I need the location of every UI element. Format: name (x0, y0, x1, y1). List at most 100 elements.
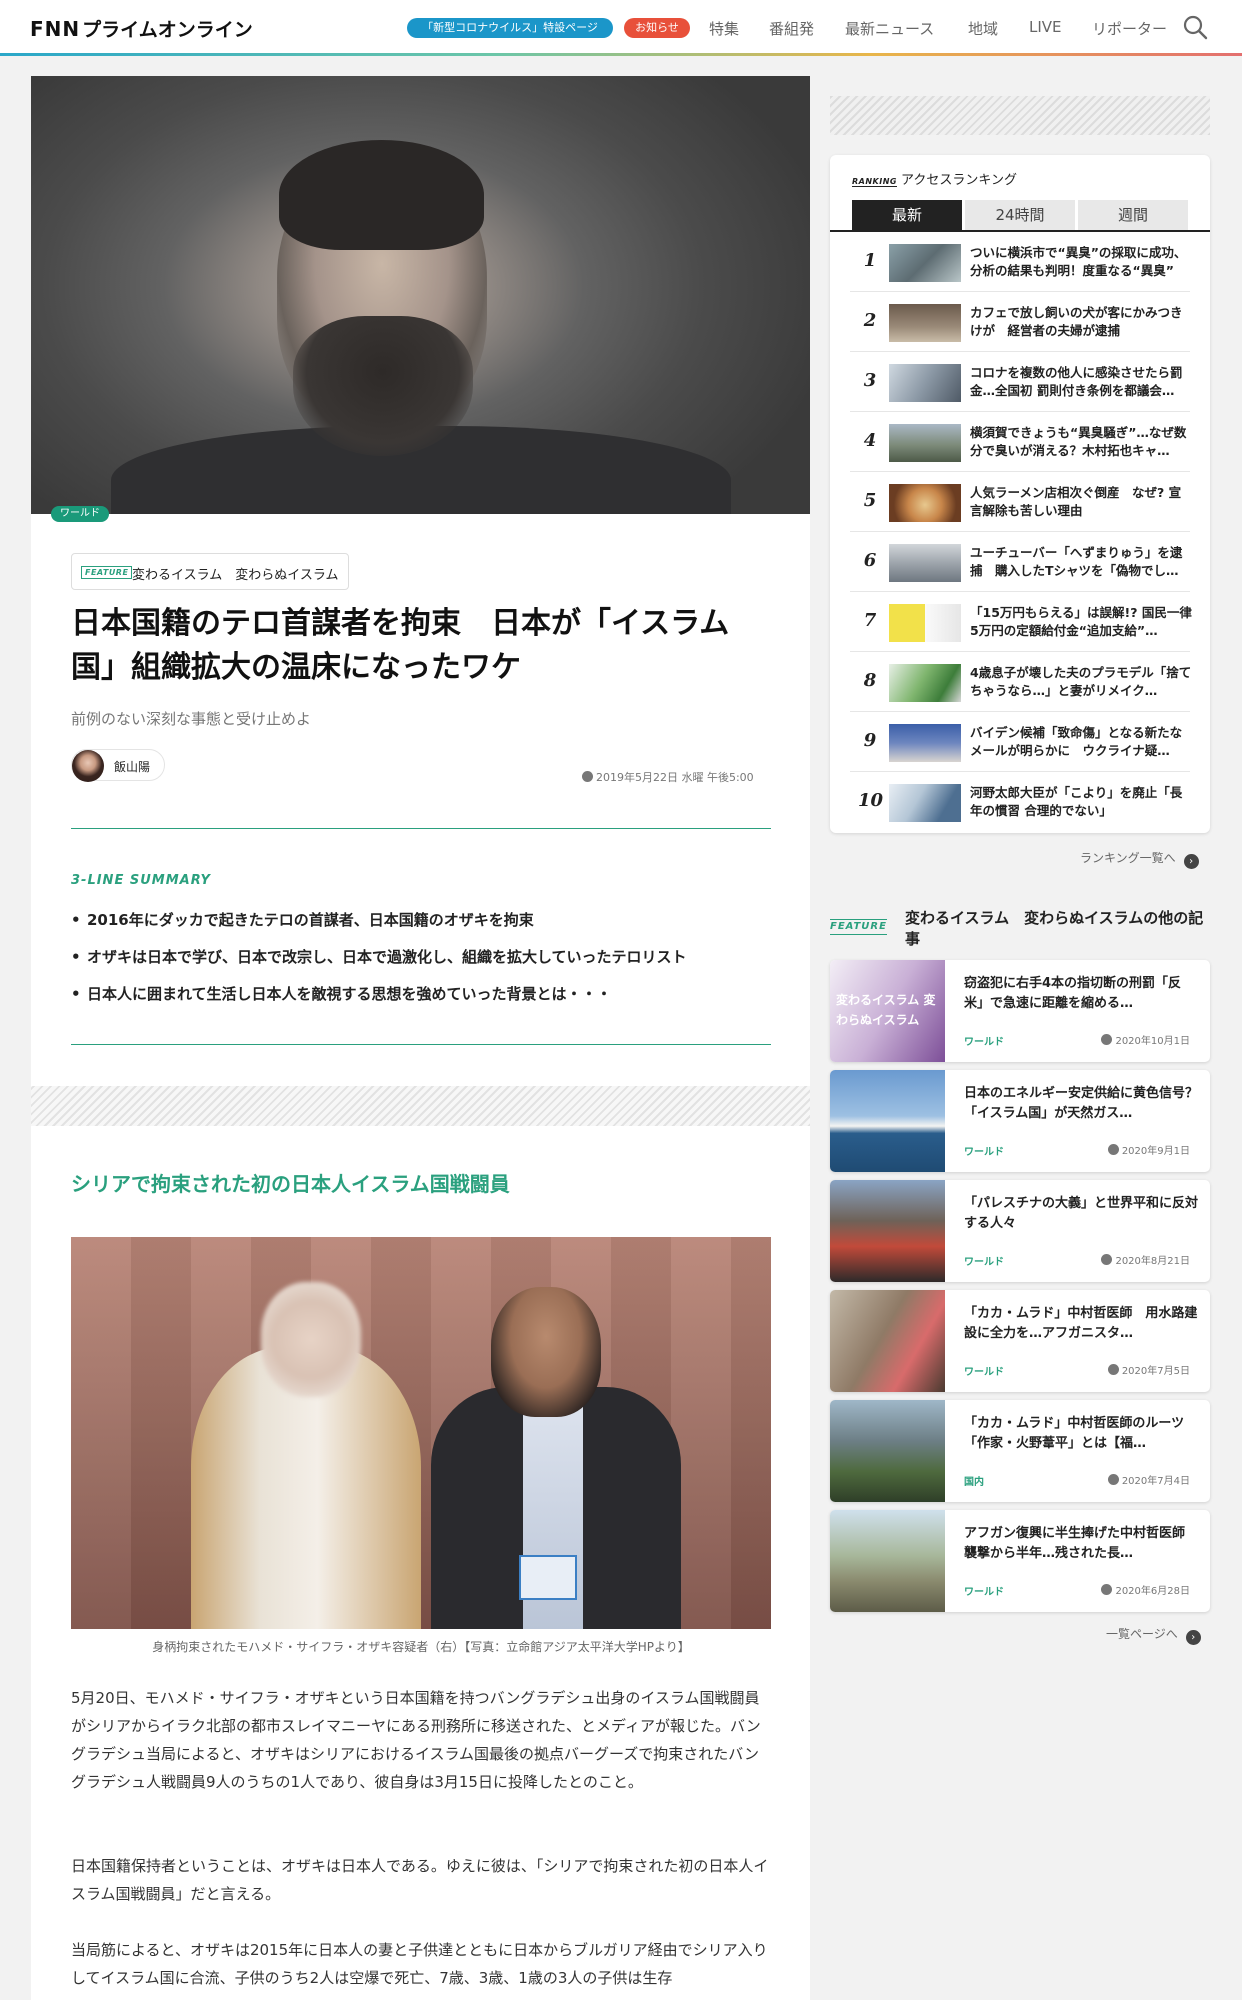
corona-special-link[interactable]: 「新型コロナウイルス」特設ページ (407, 18, 613, 38)
feature-card-title: 「カカ・ムラド」中村哲医師のルーツ「作家・火野葦平」とは【福… (964, 1416, 1185, 1451)
ranking-item[interactable]: 8 4歳息子が壊した夫のプラモデル「捨てちゃうなら…」と妻がリメイク… (850, 652, 1192, 712)
ranking-headline: 河野太郎大臣が「こより」を廃止「長年の慣習 合理的でない」 (970, 785, 1183, 818)
rank-number: 5 (863, 490, 877, 511)
feature-more-link[interactable]: 一覧ページへ › (1106, 1625, 1201, 1645)
feature-sidebar-title: 変わるイスラム 変わらぬイスラムの他の記事 (905, 909, 1204, 948)
rank-number: 1 (863, 250, 877, 271)
article-paragraph: 5月20日、モハメド・サイフラ・オザキという日本国籍を持つバングラデシュ出身のイ… (71, 1689, 761, 1791)
ranking-widget: RANKING アクセスランキング 最新 24時間 週間 1 ついに横浜市で“異臭… (830, 155, 1210, 833)
feature-card-category: ワールド (964, 1257, 1004, 1268)
ranking-thumbnail (889, 664, 961, 702)
rank-number: 3 (863, 370, 877, 391)
hero-image (31, 76, 810, 514)
clock-icon (1107, 1474, 1119, 1485)
feature-tag: FEATURE (81, 566, 133, 579)
publish-date-text: 2019年5月22日 水曜 午後5:00 (596, 771, 754, 784)
notice-link[interactable]: お知らせ (624, 18, 690, 38)
nav-reporter[interactable]: リポーター (1092, 18, 1167, 39)
ranking-more-label: ランキング一覧へ (1080, 851, 1176, 865)
nav-bangumi[interactable]: 番組発 (769, 18, 814, 39)
site-header: FNN プライムオンライン 「新型コロナウイルス」特設ページ お知らせ 特集 番組… (0, 0, 1242, 56)
category-badge[interactable]: ワールド (51, 506, 109, 522)
feature-title: 変わるイスラム 変わらぬイスラム (132, 568, 339, 583)
feature-card-title: アフガン復興に半生捧げた中村哲医師 襲撃から半年…残された長… (964, 1526, 1186, 1561)
feature-card[interactable]: 「パレスチナの大義」と世界平和に反対する人々 ワールド 2020年8月21日 (830, 1180, 1210, 1282)
sidebar-ad-placeholder (830, 96, 1210, 135)
photo-caption: 身柄拘束されたモハメド・サイフラ・オザキ容疑者（右）【写真：立命館アジア太平洋大… (152, 1640, 690, 1654)
ranking-headline: 4歳息子が壊した夫のプラモデル「捨てちゃうなら…」と妻がリメイク… (970, 665, 1192, 698)
feature-card-date-text: 2020年6月28日 (1115, 1586, 1190, 1597)
ranking-item[interactable]: 3 コロナを複数の他人に感染させたら罰金…全国初 罰則付き条例を都議会… (850, 352, 1190, 412)
ranking-item[interactable]: 1 ついに横浜市で“異臭”の採取に成功、分析の結果も判明！度重なる“異臭” (850, 232, 1190, 292)
feature-card-date-text: 2020年7月5日 (1121, 1366, 1190, 1377)
author-avatar (72, 750, 104, 782)
chevron-right-icon: › (1183, 854, 1199, 869)
rank-number: 10 (858, 790, 884, 811)
nav-latest-news[interactable]: 最新ニュース (845, 18, 934, 39)
nav-tokushu[interactable]: 特集 (709, 18, 739, 39)
header-color-bar (0, 53, 1242, 56)
ranking-headline: カフェで放し飼いの犬が客にかみつきけが 経営者の夫婦が逮捕 (970, 305, 1183, 338)
author-chip[interactable]: 飯山陽 (71, 749, 165, 782)
feature-thumbnail (830, 1510, 945, 1612)
search-icon[interactable] (1182, 14, 1208, 40)
ranking-tabs: 最新 24時間 週間 (852, 200, 1188, 230)
feature-card-category: ワールド (964, 1037, 1004, 1048)
ranking-item[interactable]: 5 人気ラーメン店相次ぐ倒産 なぜ? 宣言解除も苦しい理由 (850, 472, 1190, 532)
feature-card-category: 国内 (964, 1477, 984, 1488)
feature-card-title: 窃盗犯に右手4本の指切断の刑罰「反米」で急速に距離を縮める… (964, 976, 1182, 1011)
feature-thumbnail: 変わるイスラム 変わらぬイスラム (830, 960, 945, 1062)
feature-card-date: 2020年7月5日 (1107, 1362, 1190, 1377)
author-name: 飯山陽 (114, 760, 151, 774)
logo-fnn: FNN (30, 17, 81, 41)
feature-card[interactable]: 日本のエネルギー安定供給に黄色信号？「イスラム国」が天然ガス… ワールド 202… (830, 1070, 1210, 1172)
ranking-header: RANKING アクセスランキング (852, 169, 1017, 188)
clock-icon (1101, 1584, 1113, 1595)
nav-region[interactable]: 地域 (968, 18, 998, 39)
ranking-title: アクセスランキング (900, 173, 1017, 188)
summary-item: 日本人に囲まれて生活し日本人を敵視する思想を強めていった背景とは・・・ (71, 983, 612, 1004)
feature-card-date-text: 2020年9月1日 (1121, 1146, 1190, 1157)
feature-card[interactable]: アフガン復興に半生捧げた中村哲医師 襲撃から半年…残された長… ワールド 202… (830, 1510, 1210, 1612)
ranking-item[interactable]: 2 カフェで放し飼いの犬が客にかみつきけが 経営者の夫婦が逮捕 (850, 292, 1190, 352)
rank-number: 9 (863, 730, 877, 751)
ranking-thumbnail (889, 364, 961, 402)
ranking-thumbnail (889, 244, 961, 282)
clock-icon (582, 771, 593, 782)
nav-live[interactable]: LIVE (1029, 18, 1062, 36)
tab-24h[interactable]: 24時間 (965, 200, 1075, 230)
ranking-thumbnail (889, 724, 961, 762)
ranking-more-link[interactable]: ランキング一覧へ › (1080, 849, 1199, 869)
ranking-item[interactable]: 6 ユーチューバー「へずまりゅう」を逮捕 購入したTシャツを「偽物でし… (850, 532, 1190, 592)
summary-bottom-rule (71, 1044, 771, 1045)
feature-card[interactable]: 「カカ・ムラド」中村哲医師 用水路建設に全力を…アフガニスタ… ワールド 202… (830, 1290, 1210, 1392)
site-logo[interactable]: FNN プライムオンライン (30, 15, 253, 42)
summary-header: 3-LINE SUMMARY (71, 873, 211, 888)
clock-icon (1107, 1144, 1119, 1155)
article-paragraph: 日本国籍保持者ということは、オザキは日本人である。ゆえに彼は、「シリアで拘束され… (71, 1857, 769, 1903)
ranking-thumbnail (889, 784, 961, 822)
feature-card[interactable]: 変わるイスラム 変わらぬイスラム 窃盗犯に右手4本の指切断の刑罰「反米」で急速に… (830, 960, 1210, 1062)
feature-card-category: ワールド (964, 1587, 1004, 1598)
chevron-right-icon: › (1185, 1630, 1201, 1645)
feature-card-date: 2020年10月1日 (1101, 1032, 1190, 1047)
feature-card-date: 2020年6月28日 (1101, 1582, 1190, 1597)
feature-thumbnail-text: 変わるイスラム 変わらぬイスラム (836, 993, 936, 1027)
feature-card-title: 日本のエネルギー安定供給に黄色信号？「イスラム国」が天然ガス… (964, 1086, 1199, 1121)
feature-card-date: 2020年9月1日 (1107, 1142, 1190, 1157)
publish-date: 2019年5月22日 水曜 午後5:00 (582, 769, 754, 785)
feature-link[interactable]: FEATURE 変わるイスラム 変わらぬイスラム (71, 553, 349, 590)
ranking-item[interactable]: 7 「15万円もらえる」は誤解!? 国民一律5万円の定額給付金“追加支給”… (850, 592, 1192, 652)
section-divider (31, 1086, 810, 1126)
clock-icon (1101, 1034, 1113, 1045)
feature-card[interactable]: 「カカ・ムラド」中村哲医師のルーツ「作家・火野葦平」とは【福… 国内 2020年… (830, 1400, 1210, 1502)
summary-item: オザキは日本で学び、日本で改宗し、日本で過激化し、組織を拡大していったテロリスト (71, 946, 687, 967)
tab-weekly[interactable]: 週間 (1078, 200, 1188, 230)
ranking-item[interactable]: 10 河野太郎大臣が「こより」を廃止「長年の慣習 合理的でない」 (850, 772, 1190, 832)
tab-latest[interactable]: 最新 (852, 200, 962, 230)
ranking-thumbnail (889, 304, 961, 342)
ranking-item[interactable]: 9 バイデン候補「致命傷」となる新たなメールが明らかに ウクライナ疑… (850, 712, 1190, 772)
ranking-label-en: RANKING (852, 177, 897, 187)
ranking-item[interactable]: 4 横須賀できょうも“異臭騒ぎ”…なぜ数分で臭いが消える？木村拓也キャ… (850, 412, 1190, 472)
feature-thumbnail (830, 1290, 945, 1392)
